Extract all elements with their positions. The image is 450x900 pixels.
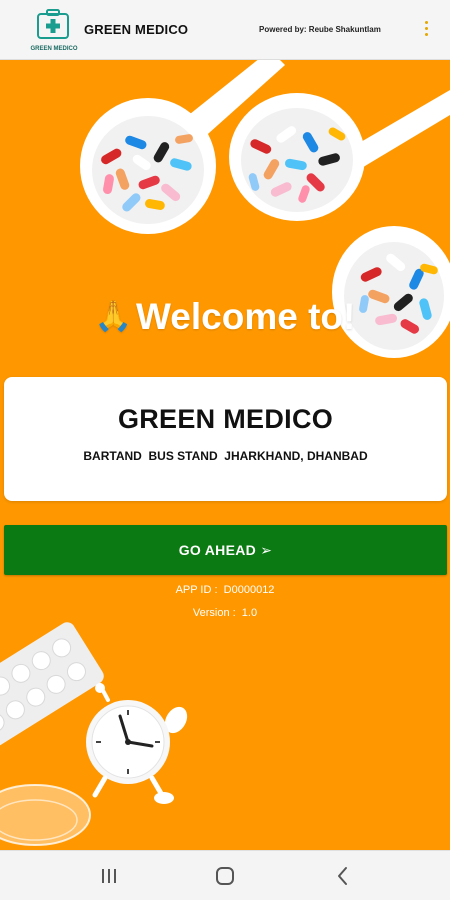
medical-kit-logo: GREEN MEDICO — [30, 9, 78, 52]
app-title: GREEN MEDICO — [84, 22, 189, 37]
home-icon[interactable] — [213, 864, 237, 888]
recent-apps-icon[interactable] — [97, 864, 121, 888]
glass-image — [0, 784, 91, 846]
app-bar: GREEN MEDICO GREEN MEDICO Powered by: Re… — [0, 0, 450, 60]
powered-by-text: Powered by: Reube Shakuntlam — [259, 25, 381, 34]
back-icon[interactable] — [331, 864, 355, 888]
more-vertical-icon[interactable] — [418, 18, 434, 42]
folded-hands-icon: 🙏 — [94, 300, 133, 333]
welcome-heading: 🙏 Welcome to! — [0, 296, 450, 338]
store-address: BARTAND BUS STAND JHARKHAND, DHANBAD — [83, 449, 368, 463]
store-card: GREEN MEDICO BARTAND BUS STAND JHARKHAND… — [4, 377, 447, 501]
svg-text:GREEN MEDICO: GREEN MEDICO — [30, 46, 77, 52]
welcome-text: Welcome to! — [136, 296, 356, 337]
store-name: GREEN MEDICO — [117, 404, 334, 434]
system-nav-bar — [0, 850, 450, 900]
app-id-text: APP ID : D0000012 — [175, 584, 275, 596]
main-content: 🙏 Welcome to! GREEN MEDICO BARTAND BUS ST… — [0, 60, 450, 850]
go-ahead-button[interactable]: GO AHEAD ➢ — [4, 525, 447, 575]
